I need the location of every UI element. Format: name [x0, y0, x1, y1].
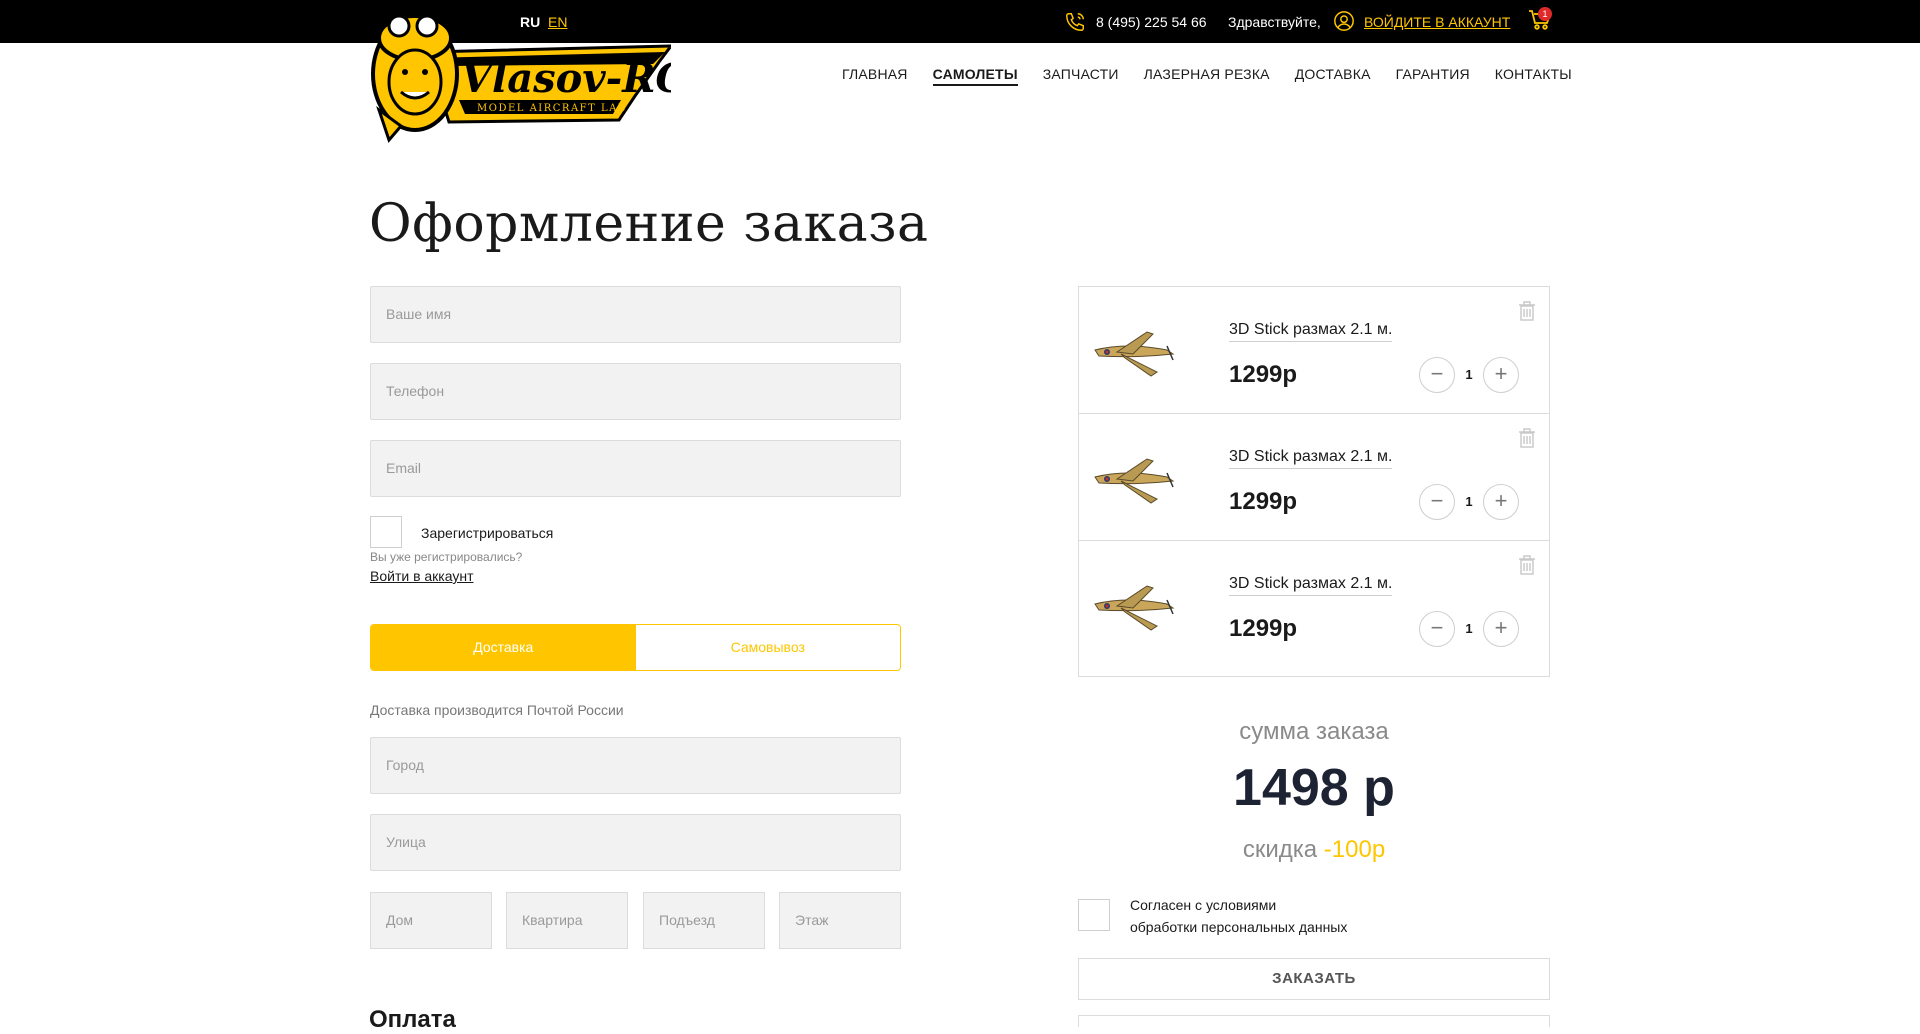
item-name[interactable]: 3D Stick размах 2.1 м. [1229, 448, 1393, 469]
house-field[interactable]: Дом [370, 892, 492, 949]
apartment-field[interactable]: Квартира [506, 892, 628, 949]
agree-checkbox[interactable] [1078, 899, 1110, 931]
name-field[interactable]: Ваше имя [370, 286, 901, 343]
item-price: 1299р [1229, 361, 1298, 388]
page-title: Оформление заказа [369, 194, 929, 254]
item-price: 1299р [1229, 615, 1298, 642]
qty-plus-button[interactable]: + [1483, 611, 1519, 647]
floor-field[interactable]: Этаж [779, 892, 901, 949]
cart-item: 3D Stick размах 2.1 м. 1299р − 1 + [1079, 541, 1549, 676]
qty-value[interactable]: 1 [1455, 357, 1483, 393]
quantity-stepper: − 1 + [1419, 357, 1519, 393]
plane-image [1094, 585, 1175, 631]
vlasov-rc-logo[interactable]: Vlasov-RC MODEL AIRCRAFT LAB [369, 0, 671, 146]
discount-value: -100р [1323, 836, 1386, 863]
plane-image [1094, 331, 1175, 377]
delivery-option[interactable]: Доставка [371, 625, 636, 670]
top-bar: RU EN 8 (495) 225 54 66 Здравствуйте, ВО… [0, 0, 1920, 43]
order-button[interactable]: ЗАКАЗАТЬ [1078, 958, 1550, 1000]
item-name[interactable]: 3D Stick размах 2.1 м. [1229, 575, 1393, 596]
phone-icon [1066, 13, 1084, 31]
already-registered-text: Вы уже регистрировались? [370, 550, 523, 564]
discount-line: скидка -100р [1078, 836, 1550, 864]
login-link[interactable]: ВОЙДИТЕ В АККАУНТ [1364, 14, 1510, 30]
cart-item: 3D Stick размах 2.1 м. 1299р − 1 + [1079, 287, 1549, 414]
agree-line-1: Согласен с условиями [1130, 897, 1277, 913]
plane-image [1094, 458, 1175, 504]
city-field[interactable]: Город [370, 737, 901, 794]
cart-item: 3D Stick размах 2.1 м. 1299р − 1 + [1079, 414, 1549, 541]
agree-line-2: обработки персональных данных [1130, 919, 1348, 935]
qty-value[interactable]: 1 [1455, 484, 1483, 520]
nav-home[interactable]: ГЛАВНАЯ [842, 66, 908, 86]
trash-icon[interactable] [1519, 301, 1535, 321]
register-checkbox[interactable] [370, 516, 402, 548]
register-label: Зарегистрироваться [421, 525, 554, 541]
qty-plus-button[interactable]: + [1483, 357, 1519, 393]
pickup-option[interactable]: Самовывоз [635, 625, 900, 670]
quantity-stepper: − 1 + [1419, 611, 1519, 647]
email-field[interactable]: Email [370, 440, 901, 497]
secondary-panel [1078, 1015, 1550, 1027]
discount-label: скидка [1242, 836, 1318, 863]
trash-icon[interactable] [1519, 555, 1535, 575]
phone-field[interactable]: Телефон [370, 363, 901, 420]
nav-warranty[interactable]: ГАРАНТИЯ [1396, 66, 1470, 86]
nav-parts[interactable]: ЗАПЧАСТИ [1043, 66, 1119, 86]
nav-planes[interactable]: САМОЛЕТЫ [932, 66, 1018, 86]
nav-delivery[interactable]: ДОСТАВКА [1295, 66, 1371, 86]
login-account-link[interactable]: Войти в аккаунт [370, 568, 474, 584]
greeting-text: Здравствуйте, [1228, 14, 1321, 30]
nav-contacts[interactable]: КОНТАКТЫ [1495, 66, 1572, 86]
payment-title: Оплата [369, 1006, 456, 1033]
item-name[interactable]: 3D Stick размах 2.1 м. [1229, 321, 1393, 342]
street-field[interactable]: Улица [370, 814, 901, 871]
main-nav: ГЛАВНАЯ САМОЛЕТЫ ЗАПЧАСТИ ЛАЗЕРНАЯ РЕЗКА… [842, 66, 1572, 86]
cart-list: 3D Stick размах 2.1 м. 1299р − 1 + 3D St… [1078, 286, 1550, 677]
delivery-note: Доставка производится Почтой России [370, 702, 624, 718]
user-icon [1334, 11, 1354, 31]
qty-plus-button[interactable]: + [1483, 484, 1519, 520]
logo-tagline: MODEL AIRCRAFT LAB [477, 103, 627, 114]
quantity-stepper: − 1 + [1419, 484, 1519, 520]
item-price: 1299р [1229, 488, 1298, 515]
entrance-field[interactable]: Подъезд [643, 892, 765, 949]
agree-label: Согласен с условиями обработки персональ… [1130, 894, 1347, 938]
qty-minus-button[interactable]: − [1419, 611, 1455, 647]
delivery-toggle: Доставка Самовывоз [370, 624, 901, 671]
logo-brand: Vlasov-RC [461, 55, 671, 102]
phone-number[interactable]: 8 (495) 225 54 66 [1096, 14, 1207, 30]
qty-value[interactable]: 1 [1455, 611, 1483, 647]
qty-minus-button[interactable]: − [1419, 357, 1455, 393]
trash-icon[interactable] [1519, 428, 1535, 448]
nav-laser-cutting[interactable]: ЛАЗЕРНАЯ РЕЗКА [1144, 66, 1270, 86]
order-sum-value: 1498 р [1233, 759, 1395, 817]
cart-count-badge: 1 [1538, 7, 1552, 21]
qty-minus-button[interactable]: − [1419, 484, 1455, 520]
order-sum-label: сумма заказа [1239, 718, 1389, 745]
